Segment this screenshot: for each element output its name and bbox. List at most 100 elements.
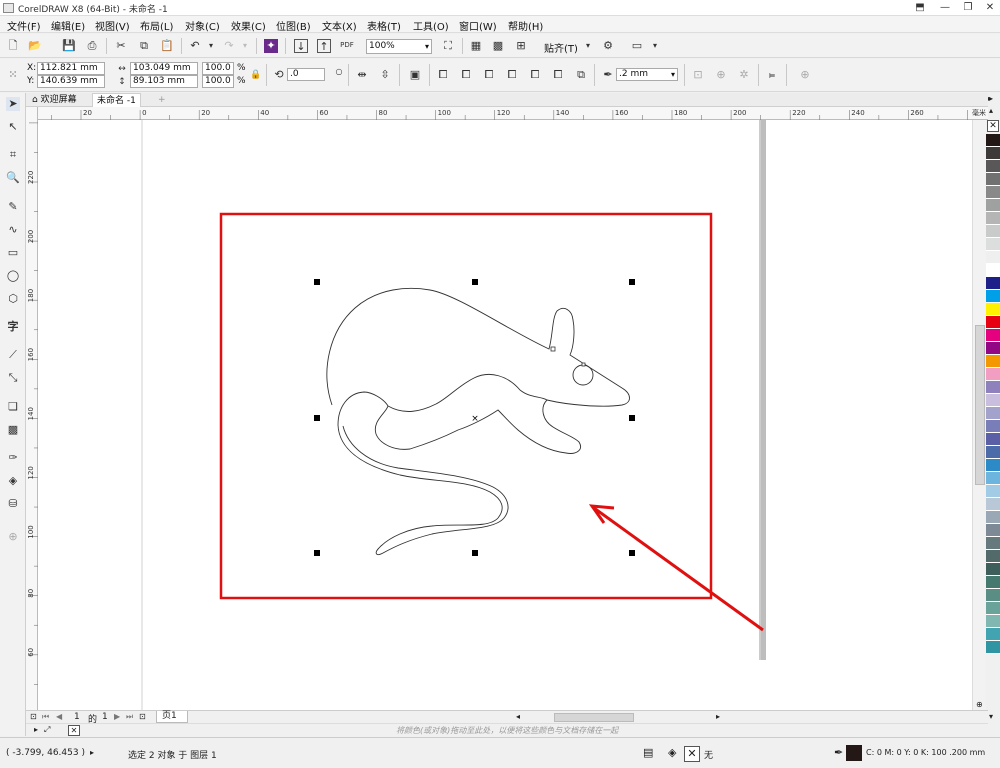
intersect-icon[interactable]: ⧠	[482, 68, 496, 82]
show-guidelines-icon[interactable]: ⊞	[514, 39, 528, 53]
back-minus-front-icon[interactable]: ⧠	[551, 68, 565, 82]
connector-tool-icon[interactable]: ⤡	[6, 371, 20, 385]
menu-effects[interactable]: 效果(C)	[231, 18, 266, 33]
palette-swatch[interactable]	[986, 225, 1000, 238]
palette-swatch[interactable]	[986, 524, 1000, 537]
palette-swatch[interactable]	[986, 537, 1000, 550]
freehand-tool-icon[interactable]: ✎	[6, 200, 20, 214]
undo-dropdown-icon[interactable]: ▾	[204, 39, 218, 53]
menu-view[interactable]: 视图(V)	[95, 18, 130, 33]
palette-scroll-up-icon[interactable]: ▸	[989, 94, 993, 103]
export-icon[interactable]: ↑	[317, 39, 331, 53]
palette-swatch[interactable]	[986, 134, 1000, 147]
palette-swatch[interactable]	[986, 160, 1000, 173]
align-distribute-icon[interactable]: ⫢	[765, 68, 779, 82]
palette-swatch[interactable]	[986, 199, 1000, 212]
object-width-field[interactable]: 103.049 mm	[130, 62, 198, 75]
menu-layout[interactable]: 布局(L)	[140, 18, 173, 33]
mirror-vertical-icon[interactable]: ⇳	[378, 68, 392, 82]
palette-swatch[interactable]	[986, 186, 1000, 199]
menu-bitmaps[interactable]: 位图(B)	[276, 18, 311, 33]
transparency-icon[interactable]: ▩	[6, 423, 20, 437]
palette-swatch[interactable]	[986, 511, 1000, 524]
quick-trace-icon[interactable]: ⊡	[691, 68, 705, 82]
import-icon[interactable]: ↓	[294, 39, 308, 53]
palette-swatch[interactable]	[986, 550, 1000, 563]
palette-swatch[interactable]	[986, 381, 1000, 394]
parallel-dimension-icon[interactable]: ⟋	[6, 348, 20, 362]
ellipse-tool-icon[interactable]: ◯	[6, 269, 20, 283]
palette-expand-icon[interactable]: ▸	[34, 725, 38, 734]
first-page-icon[interactable]: ⊡	[30, 712, 37, 721]
object-origin-icon[interactable]: ⁙	[6, 68, 20, 82]
minimize-button[interactable]: —	[935, 1, 955, 14]
palette-swatch[interactable]	[986, 264, 1000, 277]
search-content-icon[interactable]: ✦	[264, 39, 278, 53]
shape-tool-icon[interactable]: ↖	[6, 120, 20, 134]
close-button[interactable]: ✕	[980, 1, 1000, 14]
zoom-scroll-icon[interactable]: ⊕	[976, 700, 983, 709]
rectangle-tool-icon[interactable]: ▭	[6, 246, 20, 260]
tab-document[interactable]: 未命名 -1	[92, 93, 141, 107]
application-launcher-icon[interactable]: ▭	[630, 39, 644, 53]
palette-swatch[interactable]	[986, 485, 1000, 498]
palette-swatch[interactable]	[986, 212, 1000, 225]
simplify-icon[interactable]: ⧠	[505, 68, 519, 82]
eyedropper-small-icon[interactable]: ⤢	[44, 725, 50, 735]
page-prev-arrow-icon[interactable]: ◀	[56, 712, 62, 721]
menu-tools[interactable]: 工具(O)	[413, 18, 449, 33]
palette-swatch[interactable]	[986, 316, 1000, 329]
page-next-arrow-icon[interactable]: ▶	[114, 712, 120, 721]
full-screen-icon[interactable]: ⛶	[441, 39, 455, 53]
palette-swatch[interactable]	[986, 329, 1000, 342]
palette-flyout-icon[interactable]: ▾	[989, 712, 993, 721]
create-boundary-icon[interactable]: ⧉	[574, 68, 588, 82]
vertical-scroll-thumb[interactable]	[975, 325, 985, 485]
palette-swatch[interactable]	[986, 355, 1000, 368]
fill-bucket-icon[interactable]: ◈	[668, 746, 676, 759]
scale-width-field[interactable]: 100.0	[202, 62, 234, 75]
launcher-dropdown-icon[interactable]: ▾	[648, 39, 662, 53]
snap-dropdown-icon[interactable]: ▾	[581, 39, 595, 53]
palette-swatch[interactable]	[986, 472, 1000, 485]
palette-swatch[interactable]	[986, 446, 1000, 459]
zoom-tool-icon[interactable]: 🔍	[6, 171, 20, 185]
text-tool-icon[interactable]: 字	[6, 320, 20, 334]
palette-swatch[interactable]	[986, 615, 1000, 628]
new-tab-plus-icon[interactable]: +	[154, 93, 170, 107]
page-last-arrow-icon[interactable]: ⏭	[126, 712, 133, 722]
outline-dropdown-icon[interactable]: ▾	[671, 69, 675, 80]
palette-swatch[interactable]	[986, 628, 1000, 641]
cut-icon[interactable]: ✂	[114, 39, 128, 53]
outline-width-field[interactable]: .2 mm ▾	[616, 68, 678, 81]
palette-scroll-down-icon[interactable]: ▴	[989, 106, 993, 115]
palette-swatch[interactable]	[986, 368, 1000, 381]
print-icon[interactable]: ⎙	[85, 39, 99, 53]
palette-swatch[interactable]	[986, 498, 1000, 511]
break-apart-icon[interactable]: ✲	[737, 68, 751, 82]
menu-window[interactable]: 窗口(W)	[459, 18, 497, 33]
polygon-tool-icon[interactable]: ⬡	[6, 292, 20, 306]
palette-swatch[interactable]	[986, 147, 1000, 160]
zoom-dropdown-icon[interactable]: ▾	[425, 40, 429, 53]
scroll-right-icon[interactable]: ▸	[716, 712, 720, 721]
palette-swatch[interactable]	[986, 277, 1000, 290]
smart-fill-icon[interactable]: ⛁	[6, 497, 20, 511]
palette-swatch[interactable]	[986, 576, 1000, 589]
palette-swatch[interactable]	[986, 602, 1000, 615]
artistic-media-icon[interactable]: ∿	[6, 223, 20, 237]
wrap-text-icon[interactable]: ▣	[408, 68, 422, 82]
outline-color-swatch[interactable]	[846, 745, 862, 761]
palette-swatch[interactable]	[986, 238, 1000, 251]
undo-icon[interactable]: ↶	[188, 39, 202, 53]
menu-object[interactable]: 对象(C)	[185, 18, 220, 33]
palette-swatch[interactable]	[986, 563, 1000, 576]
front-minus-back-icon[interactable]: ⧠	[528, 68, 542, 82]
mirror-horizontal-icon[interactable]: ⇹	[355, 68, 369, 82]
restore-ribbon-icon[interactable]: ⬒	[910, 1, 930, 14]
add-tool-icon[interactable]: ⊕	[6, 530, 20, 544]
palette-swatch[interactable]	[986, 407, 1000, 420]
new-document-icon[interactable]: 🗋	[6, 39, 20, 53]
palette-swatch[interactable]	[986, 420, 1000, 433]
page-first-arrow-icon[interactable]: ⏮	[42, 712, 49, 722]
